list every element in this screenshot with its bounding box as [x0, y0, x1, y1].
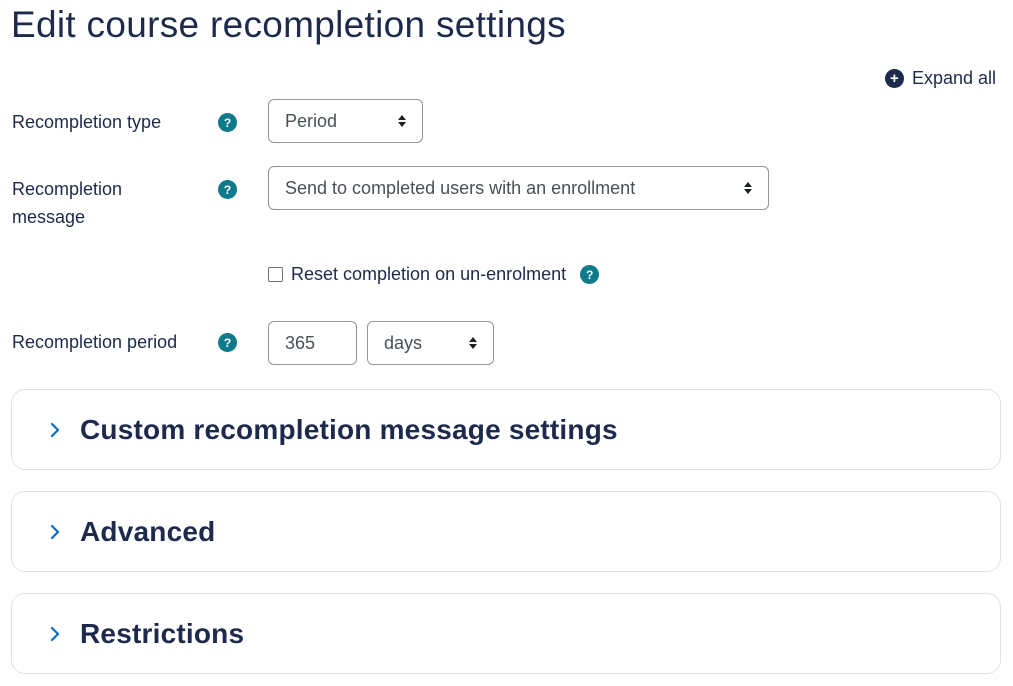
section-title: Advanced: [80, 515, 216, 547]
section-custom-recompletion-message-settings[interactable]: Custom recompletion message settings: [11, 389, 1001, 470]
reset-completion-checkbox[interactable]: [268, 267, 283, 282]
section-advanced[interactable]: Advanced: [11, 491, 1001, 572]
recompletion-period-value: 365: [285, 332, 316, 353]
recompletion-message-label-line1: Recompletion: [12, 179, 123, 199]
recompletion-type-label: Recompletion type: [12, 112, 162, 132]
question-icon[interactable]: ?: [218, 333, 237, 352]
section-restrictions[interactable]: Restrictions: [11, 593, 1001, 674]
chevron-right-icon: [46, 625, 64, 643]
recompletion-message-label: Recompletion message: [12, 175, 122, 231]
recompletion-message-select[interactable]: Send to completed users with an enrollme…: [268, 166, 769, 210]
recompletion-message-value: Send to completed users with an enrollme…: [285, 177, 636, 198]
select-arrows-icon: [744, 182, 752, 194]
recompletion-period-unit-select[interactable]: days: [367, 321, 494, 365]
expand-all-link[interactable]: + Expand all: [884, 68, 996, 89]
recompletion-period-unit-value: days: [384, 332, 423, 353]
question-icon[interactable]: ?: [218, 113, 237, 132]
section-title: Restrictions: [80, 617, 245, 649]
reset-completion-row: Reset completion on un-enrolment ?: [268, 264, 600, 285]
recompletion-message-label-line2: message: [12, 207, 86, 227]
question-icon[interactable]: ?: [218, 180, 237, 199]
select-arrows-icon: [469, 337, 477, 349]
recompletion-period-input[interactable]: 365: [268, 321, 357, 365]
reset-completion-label: Reset completion on un-enrolment: [291, 264, 567, 284]
recompletion-period-label: Recompletion period: [12, 332, 178, 352]
select-arrows-icon: [398, 115, 406, 127]
question-icon[interactable]: ?: [580, 265, 600, 284]
recompletion-type-select[interactable]: Period: [268, 99, 423, 143]
page-title: Edit course recompletion settings: [11, 4, 566, 45]
chevron-right-icon: [46, 421, 64, 439]
recompletion-type-value: Period: [285, 110, 338, 131]
expand-all-label: Expand all: [911, 68, 996, 88]
chevron-right-icon: [46, 523, 64, 541]
section-title: Custom recompletion message settings: [80, 413, 618, 445]
plus-circle-icon: +: [884, 69, 904, 88]
